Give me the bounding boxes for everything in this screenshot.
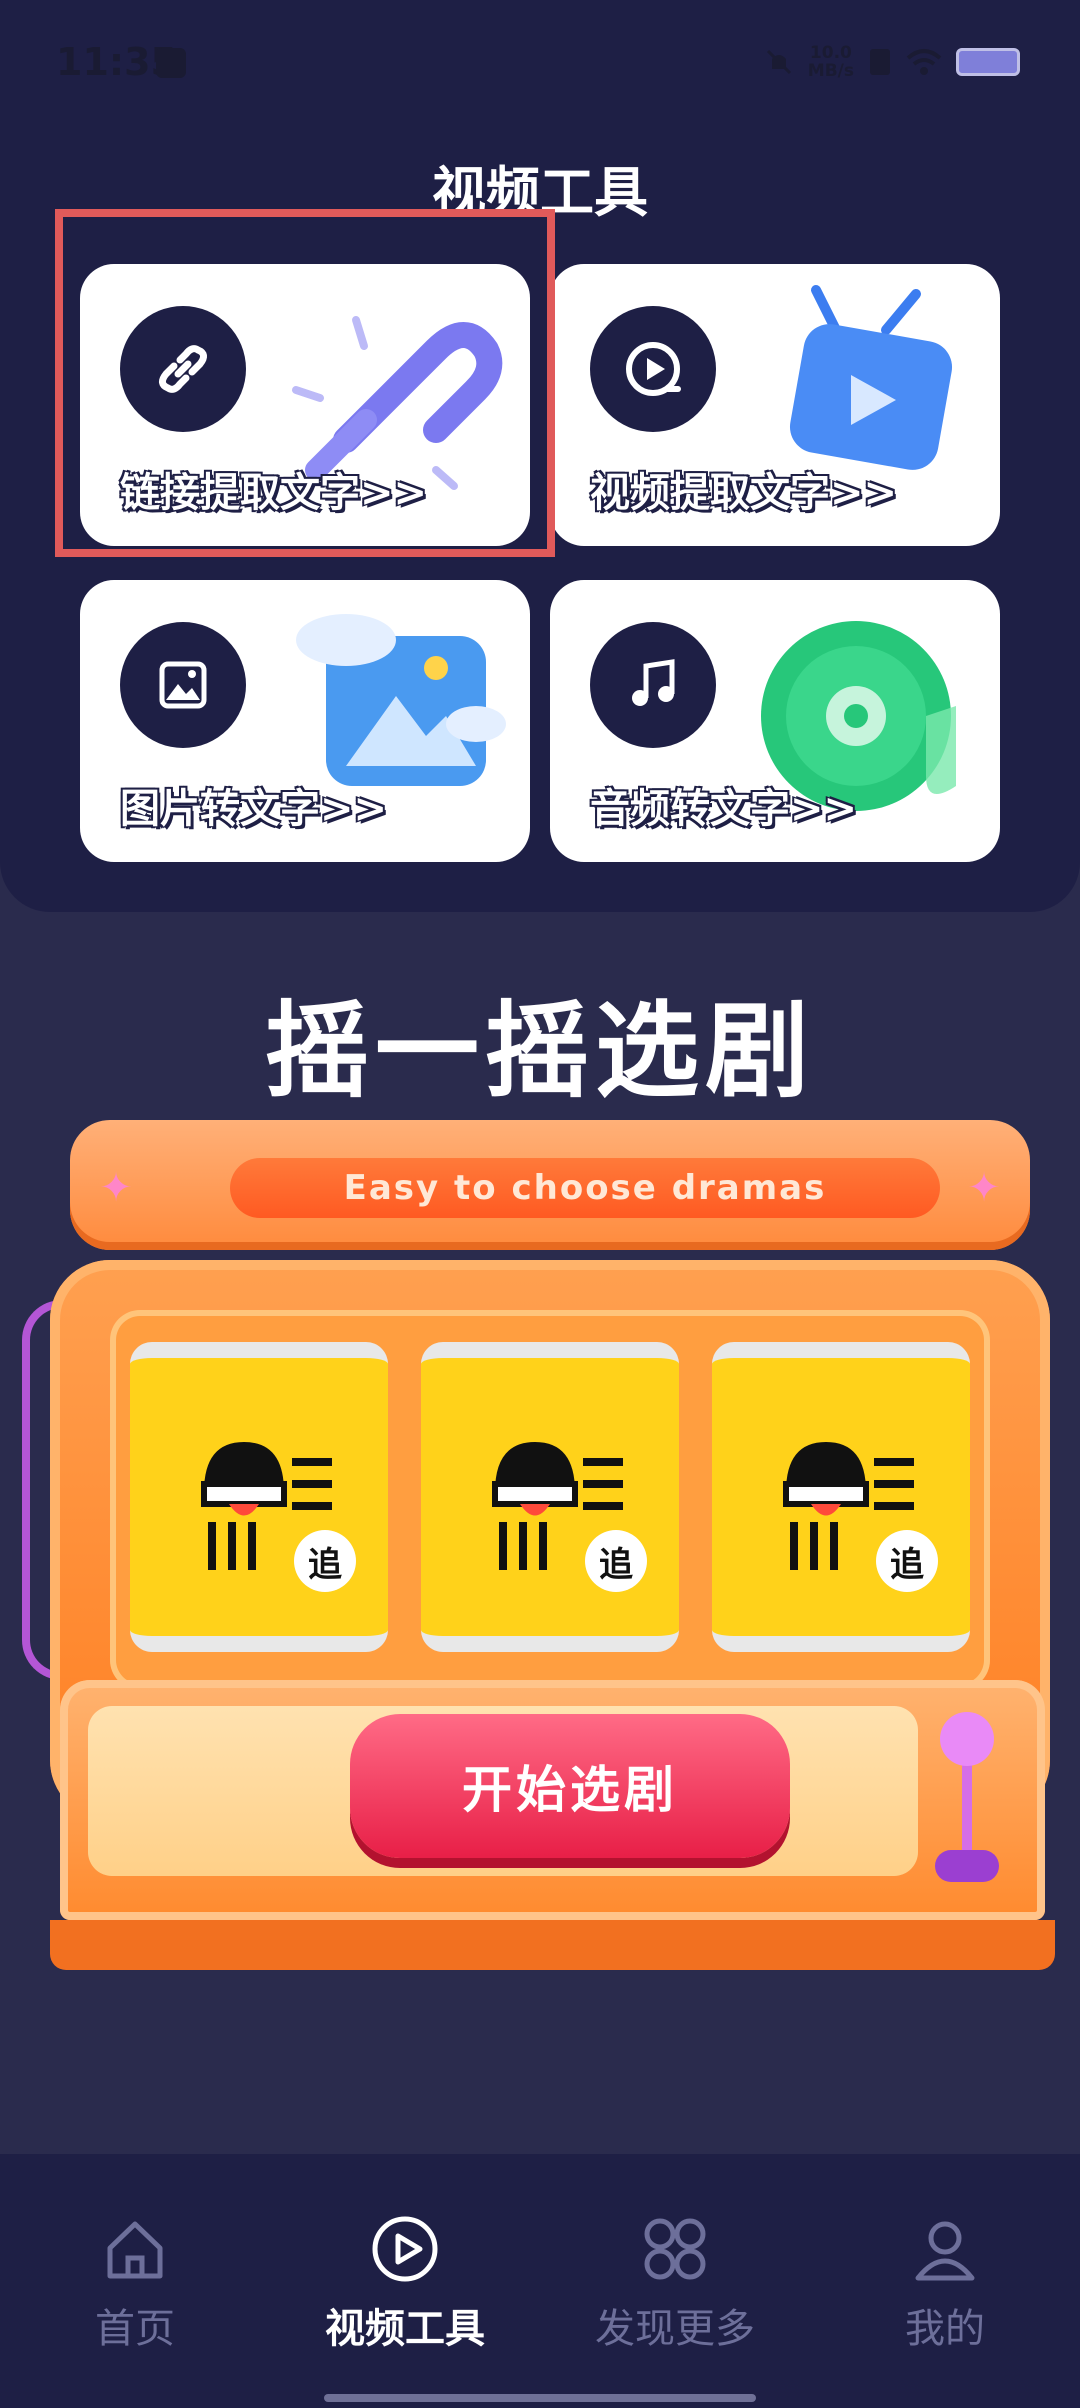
bottom-nav: 首页 视频工具 发现更多 我的 (0, 2154, 1080, 2408)
reel: 追 (712, 1342, 970, 1652)
status-bar: 11:35 10.0 MB/s (0, 0, 1080, 130)
banner-text: Easy to choose dramas (343, 1168, 827, 1208)
network-speed: 10.0 MB/s (808, 44, 854, 80)
reel-badge: 追 (585, 1530, 647, 1592)
play-circle-icon (372, 2216, 438, 2282)
battery-icon (956, 48, 1020, 76)
tool-label: 图片转文字>> (119, 785, 388, 833)
nav-label: 我的 (905, 2306, 985, 2352)
joystick-handle[interactable] (940, 1712, 994, 1766)
nav-label: 首页 (95, 2306, 175, 2352)
reel-badge: 追 (294, 1530, 356, 1592)
machine-top: ✦ Easy to choose dramas ✦ (70, 1120, 1030, 1250)
sparkle-icon: ✦ (967, 1165, 1001, 1211)
tool-card-video-extract[interactable]: 视频提取文字>> (550, 264, 1000, 546)
network-speed-unit: MB/s (807, 61, 854, 81)
network-speed-value: 10.0 (809, 43, 852, 63)
tool-label: 视频提取文字>> (589, 469, 898, 517)
wifi-icon (906, 49, 942, 75)
mute-icon (766, 49, 791, 75)
reels-frame: 追 追 追 (110, 1310, 990, 1690)
nav-label: 视频工具 (325, 2306, 485, 2352)
nav-item-video-tools[interactable]: 视频工具 (270, 2214, 540, 2354)
slot-machine: ✦ Easy to choose dramas ✦ 追 追 追 开始选剧 (22, 1120, 1055, 1990)
sparkle-icon: ✦ (99, 1165, 133, 1211)
status-icons: 10.0 MB/s (764, 44, 1020, 80)
home-icon (107, 2221, 163, 2279)
reel: 追 (130, 1342, 388, 1652)
tool-card-image-to-text[interactable]: 图片转文字>> (80, 580, 530, 862)
shake-title: 摇一摇选剧 (264, 990, 815, 1112)
highlight-box (55, 209, 555, 557)
user-icon (915, 2221, 975, 2281)
home-indicator[interactable] (324, 2394, 756, 2402)
machine-foot (50, 1920, 1055, 1970)
image-icon (120, 622, 246, 748)
machine-base: 开始选剧 (60, 1680, 1045, 1920)
grid-icon (644, 2218, 706, 2280)
joystick-stick (962, 1750, 972, 1860)
message-notification-icon (156, 48, 186, 78)
reel: 追 (421, 1342, 679, 1652)
nav-item-discover[interactable]: 发现更多 (540, 2214, 810, 2354)
start-button-label: 开始选剧 (462, 1761, 678, 1819)
nav-label: 发现更多 (595, 2306, 755, 2352)
sim-icon (870, 49, 890, 75)
joystick-base (935, 1850, 999, 1882)
reel-badge: 追 (876, 1530, 938, 1592)
tool-label: 音频转文字>> (589, 785, 858, 833)
machine-banner: Easy to choose dramas (230, 1158, 940, 1218)
tool-card-audio-to-text[interactable]: 音频转文字>> (550, 580, 1000, 862)
start-select-drama-button[interactable]: 开始选剧 (350, 1714, 790, 1858)
nav-item-home[interactable]: 首页 (0, 2214, 270, 2354)
play-circle-icon (590, 306, 716, 432)
nav-item-mine[interactable]: 我的 (810, 2214, 1080, 2354)
music-note-icon (590, 622, 716, 748)
